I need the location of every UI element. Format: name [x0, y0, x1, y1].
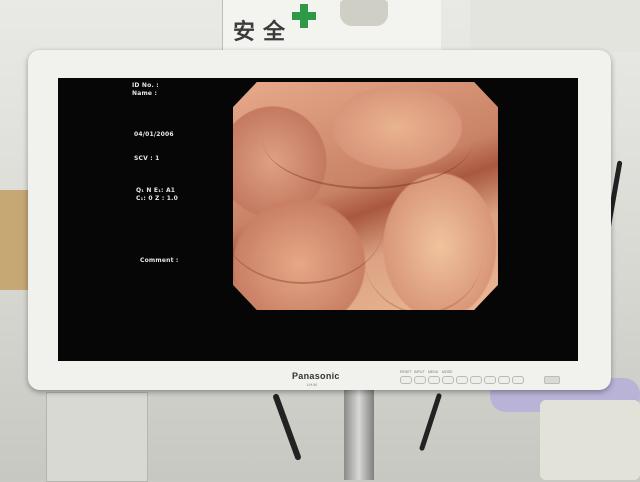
brand-logo: Panasonic [292, 371, 340, 381]
mode-label: MODE [442, 370, 453, 374]
mode-button[interactable] [442, 376, 454, 384]
tissue-fold [233, 172, 383, 284]
control-button-9[interactable] [512, 376, 524, 384]
storage-bin [46, 392, 148, 482]
monitor-stand [344, 390, 374, 480]
control-button-8[interactable] [498, 376, 510, 384]
reset-label: RESET [400, 370, 412, 374]
sign-char-2: 全 [263, 20, 286, 45]
green-cross-icon [292, 4, 316, 28]
equipment-unit [540, 400, 640, 480]
power-icon[interactable] [544, 376, 560, 384]
input-label: INPUT [414, 370, 425, 374]
control-button-7[interactable] [484, 376, 496, 384]
control-button-5[interactable] [456, 376, 468, 384]
reset-button[interactable] [400, 376, 412, 384]
date-readout: 04/01/2006 [134, 131, 174, 138]
sign-char-1: 安 [233, 20, 256, 45]
menu-button[interactable] [428, 376, 440, 384]
medical-monitor: ID No. : Name : 04/01/2006 SCV : 1 Q₁ N … [28, 50, 611, 390]
settings-line-2: C₁: 0 Z : 1.0 [136, 195, 178, 202]
ceiling-lamp [340, 0, 388, 26]
control-button-6[interactable] [470, 376, 482, 384]
name-label: Name : [132, 90, 158, 97]
id-label: ID No. : [132, 82, 159, 89]
endoscope-image [233, 82, 498, 310]
comment-label: Comment : [140, 257, 179, 264]
wall-panel [470, 0, 640, 52]
input-button[interactable] [414, 376, 426, 384]
scv-readout: SCV : 1 [134, 155, 160, 162]
monitor-screen: ID No. : Name : 04/01/2006 SCV : 1 Q₁ N … [58, 78, 578, 361]
settings-line-1: Q₁ N E₁: A1 [136, 187, 176, 194]
tissue-fold [363, 192, 483, 310]
menu-label: MENU [428, 370, 439, 374]
model-label: LH-M [307, 382, 317, 387]
safety-sign: 安 全 [222, 0, 441, 52]
